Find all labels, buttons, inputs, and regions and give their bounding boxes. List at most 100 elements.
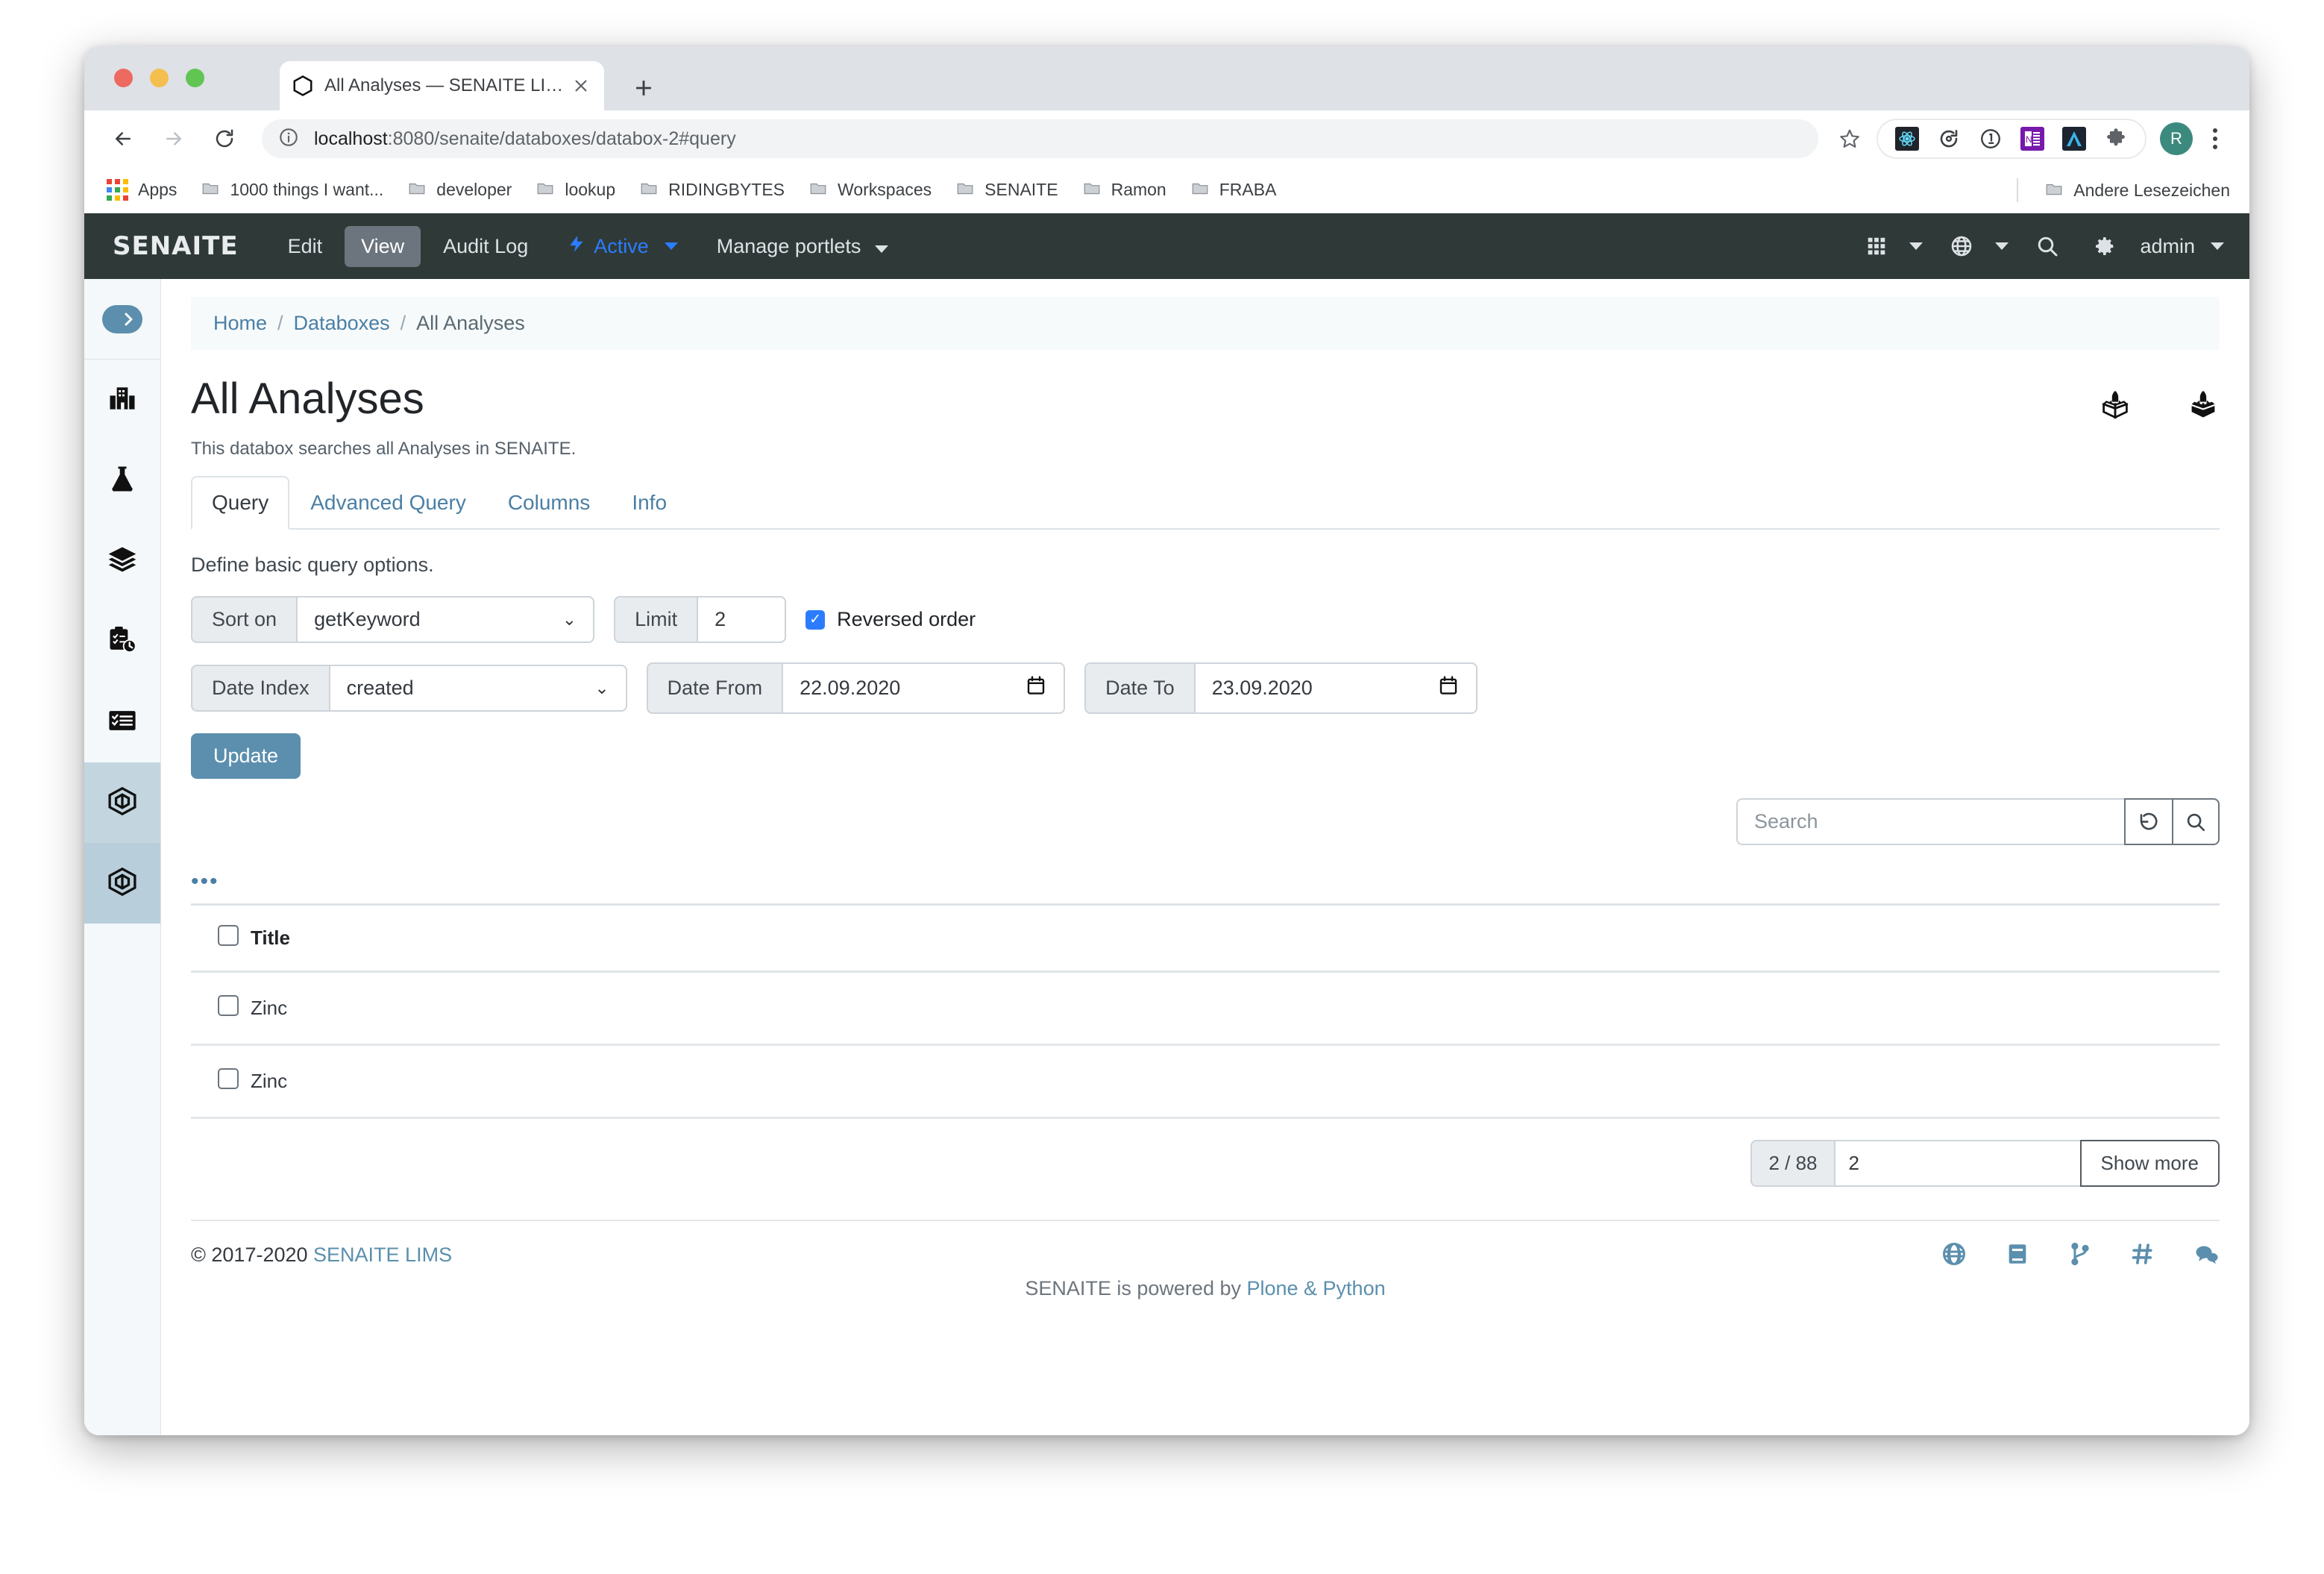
date-from-value: 22.09.2020 [800,677,901,699]
tab-reload-icon[interactable] [1936,126,1962,151]
toggle-columns-button[interactable]: ••• [191,871,2220,893]
globe-icon[interactable] [1941,1241,1967,1271]
tab-query[interactable]: Query [191,476,290,530]
bookmark-item[interactable]: 1000 things I want... [201,178,383,201]
show-more-button[interactable]: Show more [2079,1140,2220,1187]
date-from-input[interactable]: 22.09.2020 [782,662,1066,714]
arrow-left-icon[interactable] [104,119,142,158]
onepassword-icon[interactable] [1978,126,2003,151]
row-checkbox[interactable] [218,995,239,1016]
calendar-icon[interactable] [1025,674,1047,702]
bookmark-item[interactable]: SENAITE [955,178,1058,201]
bookmark-apps[interactable]: Apps [107,179,177,201]
search-icon[interactable] [2029,230,2065,263]
bookmark-item[interactable]: developer [407,178,512,201]
close-window-button[interactable] [114,69,133,87]
bookmark-label: Workspaces [838,180,932,199]
date-to-input[interactable]: 23.09.2020 [1193,662,1477,714]
arrow-right-icon[interactable] [154,119,193,158]
update-button[interactable]: Update [191,733,301,779]
table-row[interactable]: Zinc [191,1044,2220,1119]
chevron-down-icon[interactable] [2211,242,2224,250]
folder-icon [639,178,659,201]
git-branch-icon[interactable] [2067,1241,2093,1270]
date-index-group: Date Index created ⌄ [191,665,627,712]
globe-icon[interactable] [1944,230,1979,263]
nav-item-manage-portlets[interactable]: Manage portlets [700,226,905,267]
minimize-window-button[interactable] [150,69,169,87]
hash-channel-icon[interactable] [2130,1241,2155,1270]
main-content: Home / Databoxes / All Analyses All Anal… [161,279,2249,1435]
info-circle-icon[interactable] [278,127,299,151]
chevron-down-icon[interactable] [1909,242,1923,250]
chat-bubbles-icon[interactable] [2193,1241,2220,1271]
onenote-icon[interactable]: N [2020,126,2045,151]
bookmark-item[interactable]: RIDINGBYTES [639,178,785,201]
sidebar-toggle[interactable] [84,279,160,360]
address-bar[interactable]: localhost:8080/senaite/databoxes/databox… [262,119,1818,158]
tab-advanced-query[interactable]: Advanced Query [289,476,487,530]
chevron-down-icon[interactable] [1995,242,2009,250]
table-row[interactable]: Zinc [191,971,2220,1046]
limit-input[interactable]: 2 [697,596,787,643]
sidebar-item-tasks[interactable] [84,682,160,762]
column-header-title[interactable]: Title [251,903,2220,973]
sidebar-item-databoxes[interactable] [84,762,160,843]
row-checkbox[interactable] [218,1068,239,1089]
maximize-window-button[interactable] [186,69,204,87]
search-reset-button[interactable] [2124,798,2172,845]
nav-item-audit-log[interactable]: Audit Log [427,226,544,267]
other-bookmarks[interactable]: Andere Lesezeichen [2017,167,2230,213]
databox-rocket-icon[interactable] [2099,389,2132,425]
bookmark-item[interactable]: Ramon [1082,178,1166,201]
apps-grid-icon[interactable] [1859,231,1894,262]
sidebar-item-databox-current[interactable] [84,843,160,924]
sidebar-item-samples[interactable] [84,440,160,521]
breadcrumb-item-home[interactable]: Home [213,312,267,335]
user-menu-label[interactable]: admin [2140,235,2195,258]
star-icon[interactable] [1830,119,1869,158]
search-group: Search [1736,798,2220,845]
book-docs-icon[interactable] [2005,1241,2030,1270]
reversed-order-checkbox[interactable]: ✓ Reversed order [805,608,976,631]
nav-item-view[interactable]: View [345,225,421,267]
senaite-app: SENAITE Edit View Audit Log Active Manag… [84,213,2249,1435]
folder-icon [808,178,828,201]
search-submit-button[interactable] [2172,798,2220,845]
new-tab-button[interactable] [629,73,659,103]
tab-info[interactable]: Info [611,476,688,530]
date-index-select[interactable]: created ⌄ [328,665,627,712]
puzzle-extensions-icon[interactable] [2103,126,2129,151]
gear-icon[interactable] [2086,230,2122,263]
breadcrumb-separator: / [277,312,283,334]
calendar-icon[interactable] [1437,674,1460,702]
sidebar-item-clients[interactable] [84,360,160,440]
angular-icon[interactable] [2061,126,2087,151]
plone-python-link[interactable]: Plone & Python [1246,1277,1385,1299]
sidebar-item-batches[interactable] [84,521,160,601]
senaite-lims-link[interactable]: SENAITE LIMS [313,1244,452,1266]
bookmark-item[interactable]: lookup [536,178,615,201]
pagination-input[interactable]: 2 [1833,1140,2080,1187]
select-all-checkbox[interactable] [218,925,239,946]
nav-item-active-state[interactable]: Active [550,224,694,269]
avatar[interactable]: R [2160,122,2193,155]
sidebar-item-worksheets[interactable] [84,601,160,682]
table-header-row: Title [191,903,2220,973]
tab-columns[interactable]: Columns [487,476,611,530]
breadcrumb-item-databoxes[interactable]: Databoxes [294,312,390,335]
bookmark-item[interactable]: FRABA [1190,178,1276,201]
browser-tab[interactable]: All Analyses — SENAITE LIMS [280,61,604,110]
react-devtools-icon[interactable] [1894,126,1920,151]
sort-on-select[interactable]: getKeyword ⌄ [296,596,595,643]
reload-icon[interactable] [205,119,244,158]
nav-item-edit[interactable]: Edit [271,226,339,267]
search-input[interactable]: Search [1736,798,2124,845]
bookmark-item[interactable]: Workspaces [808,178,932,201]
databox-cube-icon [106,865,139,902]
close-icon[interactable] [570,75,592,97]
senaite-logo[interactable]: SENAITE [113,231,239,261]
apps-grid-icon [107,179,128,201]
databox-rocket-bold-icon[interactable] [2187,389,2220,425]
kebab-menu-icon[interactable] [2200,122,2230,155]
